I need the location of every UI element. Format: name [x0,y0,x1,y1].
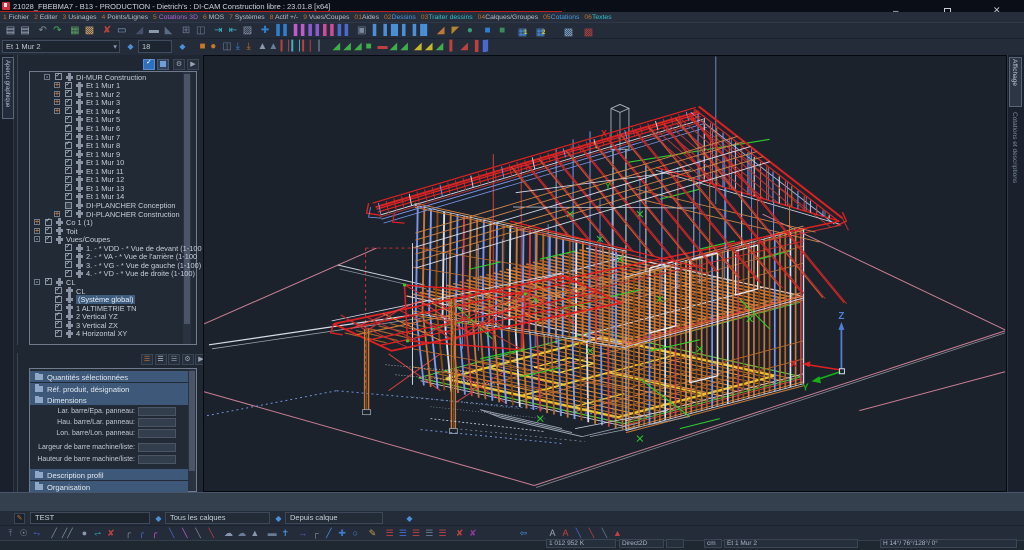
svg-text:Y: Y [605,181,611,191]
svg-text:X: X [790,359,797,370]
svg-text:Z: Z [838,311,844,322]
svg-text:Y: Y [802,383,809,394]
svg-text:X: X [601,128,607,138]
